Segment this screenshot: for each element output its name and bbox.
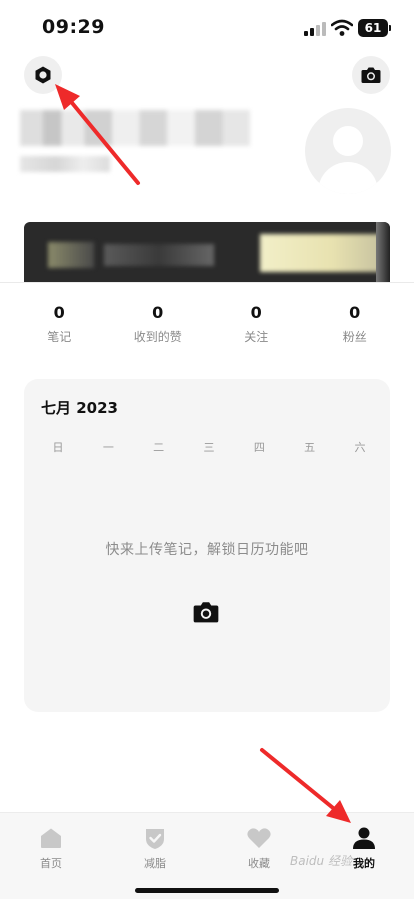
upload-note-button[interactable] <box>188 594 224 630</box>
user-id-blurred <box>20 156 110 172</box>
stat-value: 0 <box>250 303 262 322</box>
status-time: 09:29 <box>42 16 105 38</box>
avatar[interactable] <box>305 108 391 194</box>
tab-fat-loss[interactable]: 减脂 <box>125 825 185 871</box>
heart-icon <box>229 825 289 851</box>
status-bar: 09:29 61 <box>0 0 414 56</box>
signal-icon <box>304 22 326 36</box>
home-icon <box>21 825 81 851</box>
stat-value: 0 <box>349 303 361 322</box>
weekday-label: 日 <box>52 441 64 454</box>
battery-icon: 61 <box>358 19 391 37</box>
avatar-head-shape <box>333 126 363 156</box>
settings-hexagon-icon <box>35 66 51 84</box>
shield-check-icon <box>125 825 185 851</box>
weekday-label: 一 <box>102 441 114 454</box>
stat-following[interactable]: 0 关注 <box>216 303 296 353</box>
stat-label: 笔记 <box>47 330 72 344</box>
weekday-label: 三 <box>203 441 215 454</box>
tab-label: 减脂 <box>144 857 166 870</box>
weekday-label: 五 <box>304 441 316 454</box>
user-icon <box>334 825 394 851</box>
stat-label: 粉丝 <box>342 330 367 344</box>
tab-label: 收藏 <box>248 857 270 870</box>
settings-button[interactable] <box>24 56 62 94</box>
profile-banner-blurred[interactable] <box>24 222 390 282</box>
weekday-label: 二 <box>153 441 165 454</box>
stat-notes[interactable]: 0 笔记 <box>19 303 99 353</box>
camera-icon <box>193 602 219 623</box>
stat-label: 收到的赞 <box>133 330 182 344</box>
calendar-title: 七月 2023 <box>41 399 118 417</box>
calendar-weekdays: 日 一 二 三 四 五 六 <box>38 439 380 455</box>
stat-followers[interactable]: 0 粉丝 <box>315 303 395 353</box>
calendar-card: 七月 2023 日 一 二 三 四 五 六 快来上传笔记，解锁日历功能吧 <box>24 379 390 712</box>
tab-label: 首页 <box>40 857 62 870</box>
weekday-label: 四 <box>253 441 265 454</box>
wifi-icon <box>330 19 354 37</box>
stat-likes[interactable]: 0 收到的赞 <box>118 303 198 353</box>
tab-home[interactable]: 首页 <box>21 825 81 871</box>
camera-button[interactable] <box>352 56 390 94</box>
camera-icon <box>361 67 381 83</box>
divider <box>0 282 414 283</box>
home-indicator <box>135 888 279 893</box>
avatar-body-shape <box>318 162 378 194</box>
stat-label: 关注 <box>244 330 269 344</box>
calendar-empty-tip: 快来上传笔记，解锁日历功能吧 <box>105 542 309 558</box>
watermark: Baidu 经验 <box>290 854 352 868</box>
username-blurred <box>20 110 250 146</box>
stat-value: 0 <box>53 303 65 322</box>
tab-favorites[interactable]: 收藏 <box>229 825 289 871</box>
stats-row: 0 笔记 0 收到的赞 0 关注 0 粉丝 <box>0 303 414 353</box>
stat-value: 0 <box>152 303 164 322</box>
weekday-label: 六 <box>354 441 366 454</box>
